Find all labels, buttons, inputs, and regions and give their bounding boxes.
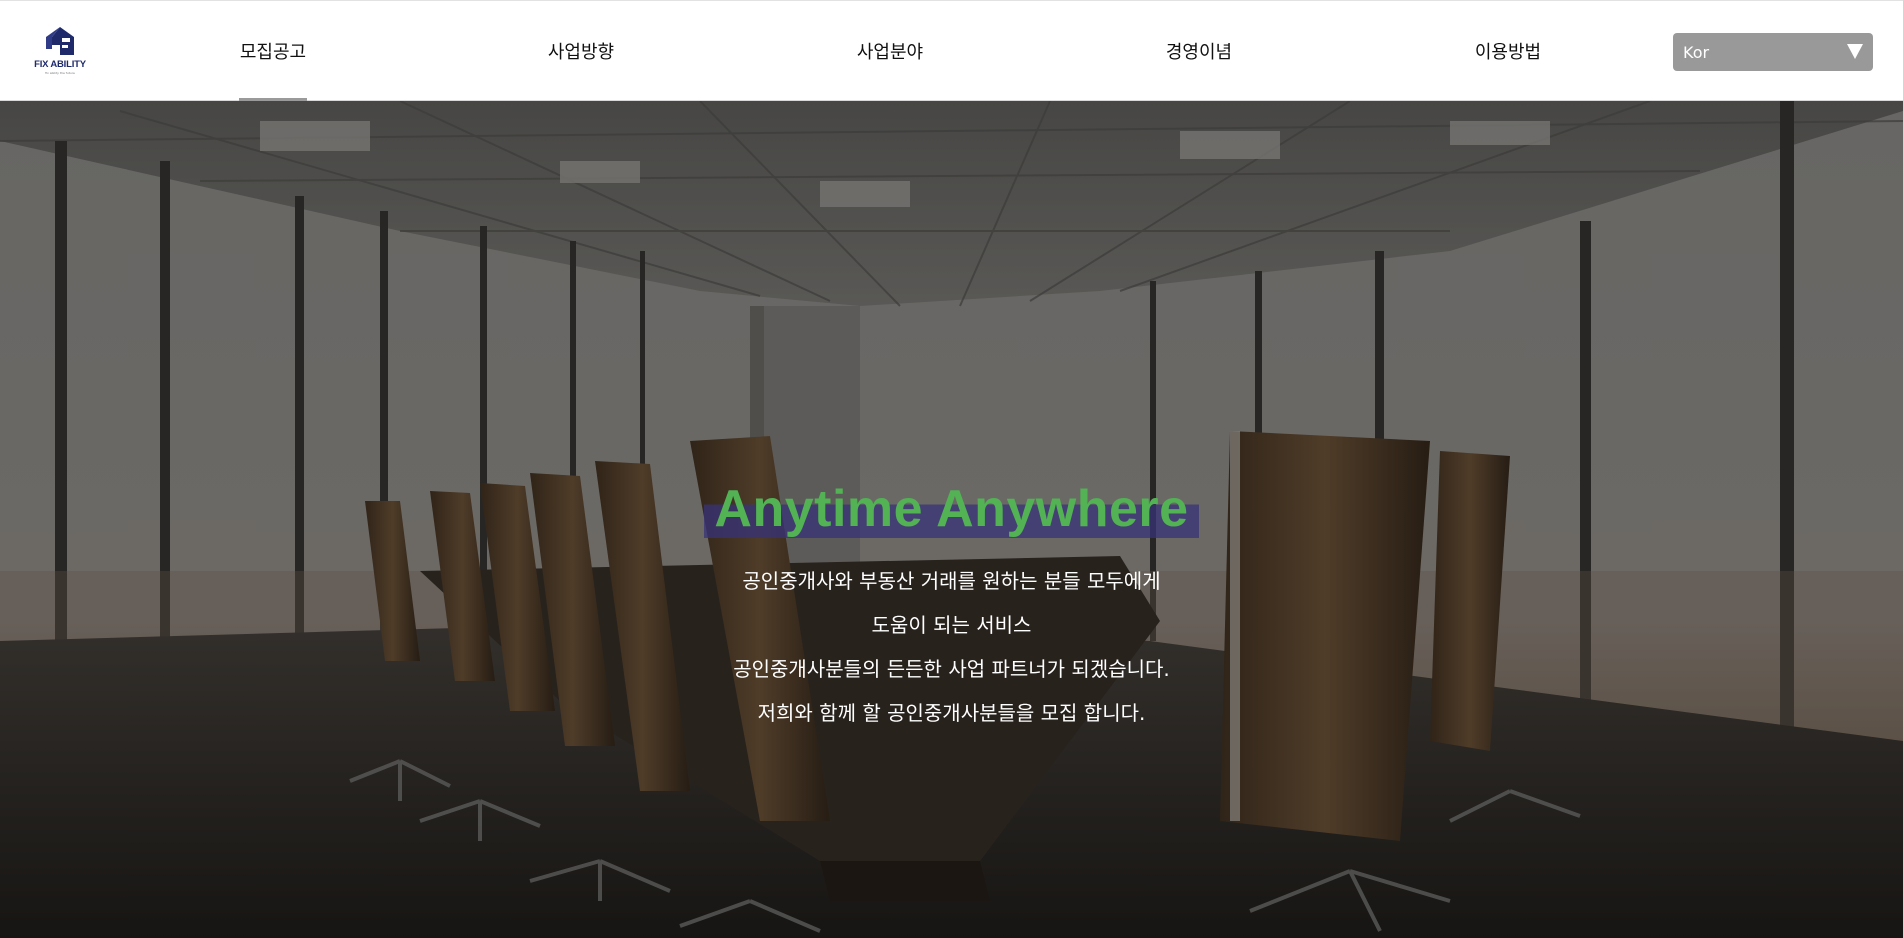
language-select[interactable]: Kor [1673,33,1873,71]
dropdown-arrow-icon [1847,44,1863,59]
hero-line-3: 공인중개사분들의 든든한 사업 파트너가 되겠습니다. [733,657,1170,681]
nav-item-recruitment[interactable]: 모집공고 [239,1,307,101]
hero-line-1: 공인중개사와 부동산 거래를 원하는 분들 모두에게 [742,569,1161,593]
site-header: FIX ABILITY fix ability the future 모집공고 … [0,0,1903,101]
main-nav: 모집공고 사업방향 사업분야 경영이념 이용방법 [0,1,1903,101]
hero-line-2: 도움이 되는 서비스 [871,613,1032,637]
nav-item-business-direction[interactable]: 사업방향 [547,1,615,101]
nav-item-management-philosophy[interactable]: 경영이념 [1165,1,1233,101]
language-selected-value: Kor [1683,42,1710,62]
hero-section: Anytime Anywhere 공인중개사와 부동산 거래를 원하는 분들 모… [0,101,1903,938]
hero-title-text: Anytime Anywhere [704,480,1199,538]
hero-description: 공인중개사와 부동산 거래를 원하는 분들 모두에게 도움이 되는 서비스 공인… [0,559,1903,735]
hero-title: Anytime Anywhere [0,479,1903,539]
nav-item-how-to-use[interactable]: 이용방법 [1474,1,1542,101]
nav-item-business-field[interactable]: 사업분야 [856,1,924,101]
hero-line-4: 저희와 함께 할 공인중개사분들을 모집 합니다. [757,701,1146,725]
